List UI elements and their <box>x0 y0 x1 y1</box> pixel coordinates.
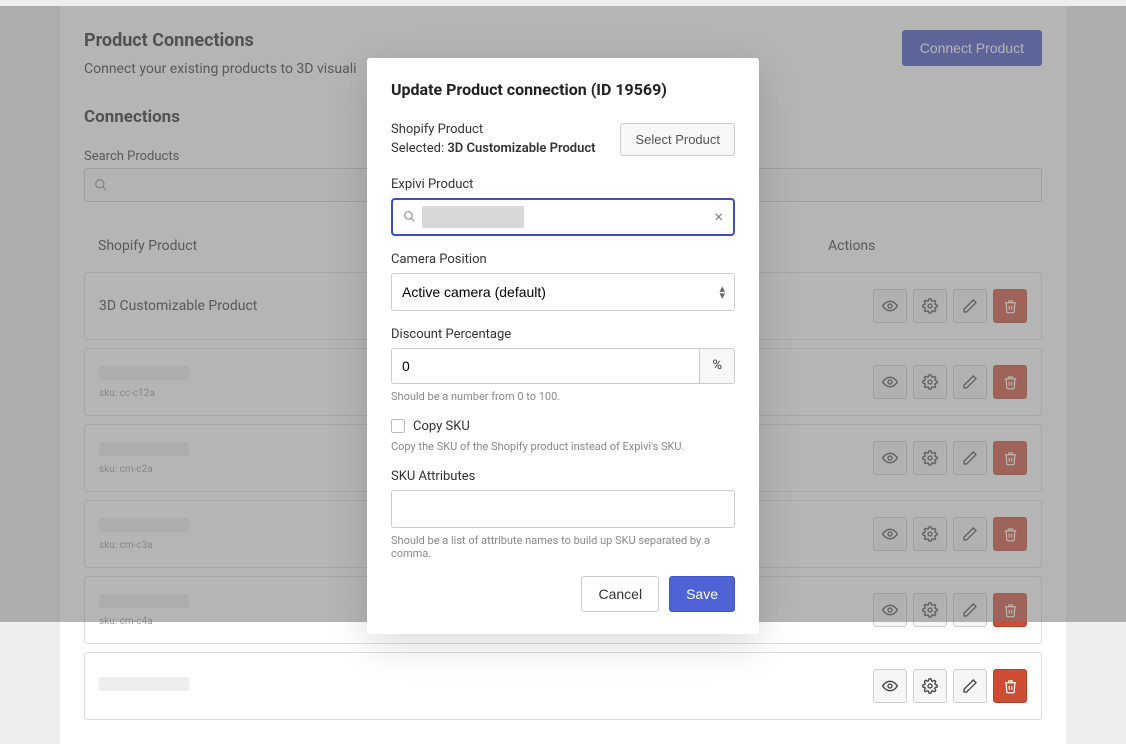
camera-position-label: Camera Position <box>391 252 735 267</box>
clear-icon[interactable]: × <box>710 207 727 226</box>
row-actions <box>873 669 1027 703</box>
save-button[interactable]: Save <box>669 576 735 612</box>
discount-label: Discount Percentage <box>391 327 735 342</box>
sku-attributes-label: SKU Attributes <box>391 469 735 484</box>
search-icon <box>403 210 416 223</box>
expivi-selected-chip <box>422 206 524 228</box>
copy-sku-checkbox[interactable] <box>391 419 405 433</box>
expivi-product-label: Expivi Product <box>391 177 735 192</box>
delete-button[interactable] <box>993 669 1027 703</box>
modal-title: Update Product connection (ID 19569) <box>391 80 735 99</box>
copy-sku-label: Copy SKU <box>413 419 470 434</box>
edit-button[interactable] <box>953 669 987 703</box>
discount-hint: Should be a number from 0 to 100. <box>391 390 735 403</box>
shopify-product-info: Shopify Product Selected: 3D Customizabl… <box>391 121 596 159</box>
product-name <box>99 677 873 695</box>
chevron-updown-icon: ▴▾ <box>719 285 725 299</box>
update-connection-modal: Update Product connection (ID 19569) Sho… <box>367 58 759 634</box>
discount-suffix: % <box>700 348 735 384</box>
sku-attributes-hint: Should be a list of attribute names to b… <box>391 534 735 560</box>
select-product-button[interactable]: Select Product <box>620 123 735 156</box>
settings-button[interactable] <box>913 669 947 703</box>
cancel-button[interactable]: Cancel <box>581 576 659 612</box>
camera-position-select[interactable]: Active camera (default) <box>391 273 735 311</box>
sku-attributes-input[interactable] <box>391 490 735 528</box>
table-row <box>84 652 1042 720</box>
discount-input[interactable] <box>391 348 700 384</box>
copy-sku-hint: Copy the SKU of the Shopify product inst… <box>391 440 735 453</box>
expivi-product-search[interactable]: × <box>391 198 735 236</box>
view-button[interactable] <box>873 669 907 703</box>
